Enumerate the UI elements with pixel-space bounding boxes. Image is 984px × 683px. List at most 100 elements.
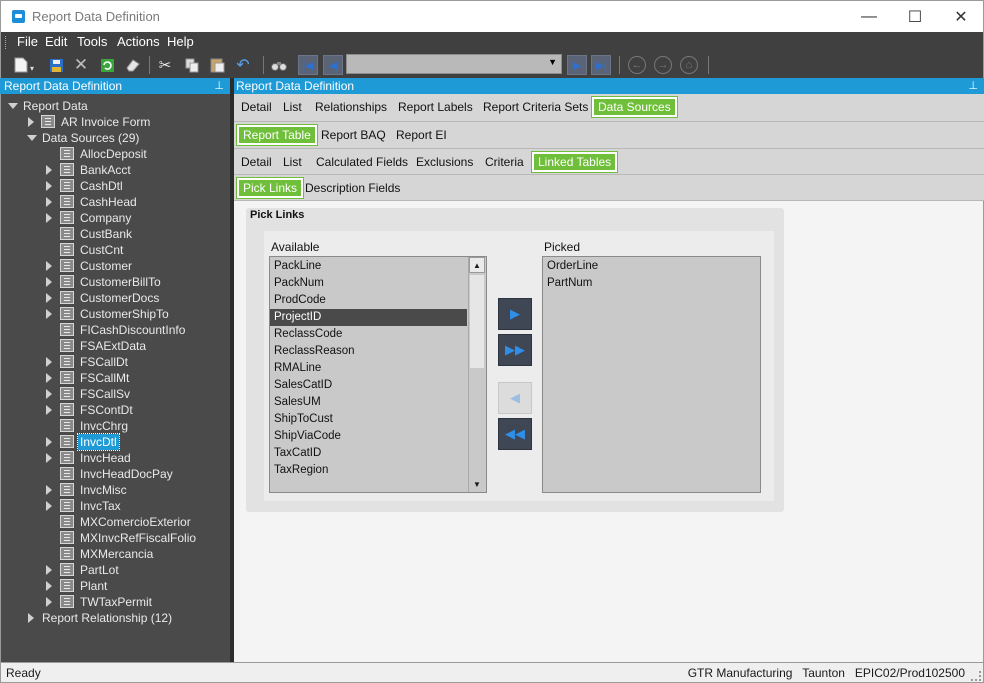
tree-node-report-relationship[interactable]: Report Relationship (12) — [0, 610, 230, 626]
expand-icon[interactable] — [46, 181, 52, 191]
available-item[interactable]: TaxRegion — [274, 462, 328, 479]
tree-node-data-source[interactable]: MXComercioExterior — [0, 514, 230, 530]
chevron-down-icon[interactable]: ▼ — [548, 57, 557, 67]
tree-node-data-source[interactable]: CustomerShipTo — [0, 306, 230, 322]
tree-node-data-source[interactable]: FICashDiscountInfo — [0, 322, 230, 338]
last-record-icon[interactable]: ▶| — [591, 55, 611, 75]
tab-table-detail[interactable]: Detail — [237, 152, 276, 172]
expand-icon[interactable] — [46, 309, 52, 319]
close-button[interactable]: ✕ — [938, 1, 984, 32]
scroll-down-icon[interactable]: ▼ — [469, 476, 485, 492]
next-record-icon[interactable]: ▶ — [567, 55, 587, 75]
available-item[interactable]: ProjectID — [270, 309, 467, 326]
save-icon[interactable] — [46, 55, 66, 75]
tab-detail[interactable]: Detail — [237, 97, 276, 117]
expand-icon[interactable] — [46, 405, 52, 415]
tree-node-data-source[interactable]: CustomerBillTo — [0, 274, 230, 290]
tree-node-data-source[interactable]: CashHead — [0, 194, 230, 210]
available-item[interactable]: ShipToCust — [274, 411, 333, 428]
tab-description-fields[interactable]: Description Fields — [301, 178, 404, 198]
collapse-icon[interactable] — [27, 135, 37, 141]
menu-help[interactable]: Help — [167, 34, 194, 49]
tree-node-report-data[interactable]: Report Data — [0, 98, 230, 114]
expand-icon[interactable] — [46, 453, 52, 463]
resize-grip-icon[interactable] — [971, 671, 981, 681]
tree-node-data-source[interactable]: Company — [0, 210, 230, 226]
delete-icon[interactable]: ✕ — [71, 55, 91, 75]
tree-node-data-source[interactable]: CustomerDocs — [0, 290, 230, 306]
tree-node-data-source[interactable]: Plant — [0, 578, 230, 594]
tab-data-sources[interactable]: Data Sources — [591, 96, 678, 118]
pin-icon[interactable]: ⊥ — [214, 79, 224, 92]
tree-node-data-source[interactable]: FSCallDt — [0, 354, 230, 370]
expand-icon[interactable] — [28, 117, 34, 127]
add-selected-button[interactable]: ▶ — [498, 298, 532, 330]
scroll-up-icon[interactable]: ▲ — [469, 257, 485, 273]
copy-icon[interactable] — [182, 55, 202, 75]
available-scrollbar[interactable]: ▲ ▼ — [468, 257, 485, 492]
expand-icon[interactable] — [46, 357, 52, 367]
picked-listbox[interactable]: OrderLine PartNum — [542, 256, 761, 493]
tab-report-baq[interactable]: Report BAQ — [317, 125, 390, 145]
available-listbox[interactable]: PackLine PackNum ProdCode ProjectID ReclassC… — [269, 256, 487, 493]
available-item[interactable]: ShipViaCode — [274, 428, 341, 445]
available-item[interactable]: PackNum — [274, 275, 324, 292]
home-icon[interactable]: ⌂ — [680, 56, 698, 74]
remove-selected-button[interactable]: ◀ — [498, 382, 532, 414]
expand-icon[interactable] — [46, 597, 52, 607]
tab-exclusions[interactable]: Exclusions — [412, 152, 477, 172]
menu-edit[interactable]: Edit — [45, 34, 67, 49]
expand-icon[interactable] — [46, 437, 52, 447]
tab-criteria[interactable]: Criteria — [481, 152, 528, 172]
tab-relationships[interactable]: Relationships — [311, 97, 391, 117]
remove-all-button[interactable]: ◀◀ — [498, 418, 532, 450]
picked-item[interactable]: PartNum — [547, 275, 592, 292]
tab-report-labels[interactable]: Report Labels — [394, 97, 477, 117]
add-all-button[interactable]: ▶▶ — [498, 334, 532, 366]
available-item[interactable]: RMALine — [274, 360, 321, 377]
expand-icon[interactable] — [46, 165, 52, 175]
tree-node-data-source[interactable]: AllocDeposit — [0, 146, 230, 162]
tree-node-data-sources[interactable]: Data Sources (29) — [0, 130, 230, 146]
refresh-icon[interactable] — [97, 55, 117, 75]
expand-icon[interactable] — [46, 293, 52, 303]
first-record-icon[interactable]: |◀ — [298, 55, 318, 75]
search-icon[interactable] — [269, 55, 289, 75]
picked-item[interactable]: OrderLine — [547, 258, 598, 275]
tab-report-table[interactable]: Report Table — [236, 124, 318, 146]
expand-icon[interactable] — [28, 613, 34, 623]
available-item[interactable]: ReclassCode — [274, 326, 342, 343]
cut-icon[interactable]: ✂ — [155, 55, 175, 75]
forward-icon[interactable]: → — [654, 56, 672, 74]
expand-icon[interactable] — [46, 501, 52, 511]
expand-icon[interactable] — [46, 213, 52, 223]
tree-node-data-source[interactable]: MXMercancia — [0, 546, 230, 562]
available-item[interactable]: ReclassReason — [274, 343, 355, 360]
available-item[interactable]: PackLine — [274, 258, 321, 275]
tree-node-data-source[interactable]: InvcDtl — [0, 433, 230, 451]
tree-node-data-source[interactable]: CashDtl — [0, 178, 230, 194]
back-icon[interactable]: ← — [628, 56, 646, 74]
available-item[interactable]: ProdCode — [274, 292, 326, 309]
record-select[interactable]: ▼ — [346, 54, 562, 74]
tree-node-data-source[interactable]: InvcMisc — [0, 482, 230, 498]
tree-node-data-source[interactable]: MXInvcRefFiscalFolio — [0, 530, 230, 546]
tree-node-data-source[interactable]: FSContDt — [0, 402, 230, 418]
tree-node-data-source[interactable]: InvcTax — [0, 498, 230, 514]
available-item[interactable]: SalesUM — [274, 394, 321, 411]
expand-icon[interactable] — [46, 581, 52, 591]
available-item[interactable]: SalesCatID — [274, 377, 332, 394]
available-item[interactable]: TaxCatID — [274, 445, 321, 462]
tree-node-data-source[interactable]: PartLot — [0, 562, 230, 578]
expand-icon[interactable] — [46, 485, 52, 495]
expand-icon[interactable] — [46, 389, 52, 399]
maximize-button[interactable]: ☐ — [892, 1, 938, 32]
tab-list[interactable]: List — [279, 97, 306, 117]
tree-node-data-source[interactable]: BankAcct — [0, 162, 230, 178]
scroll-thumb[interactable] — [470, 275, 484, 368]
previous-record-icon[interactable]: ◀ — [323, 55, 343, 75]
tab-linked-tables[interactable]: Linked Tables — [530, 151, 619, 173]
tree-node-data-source[interactable]: Customer — [0, 258, 230, 274]
expand-icon[interactable] — [46, 197, 52, 207]
new-dropdown-icon[interactable]: ▾ — [30, 64, 34, 73]
